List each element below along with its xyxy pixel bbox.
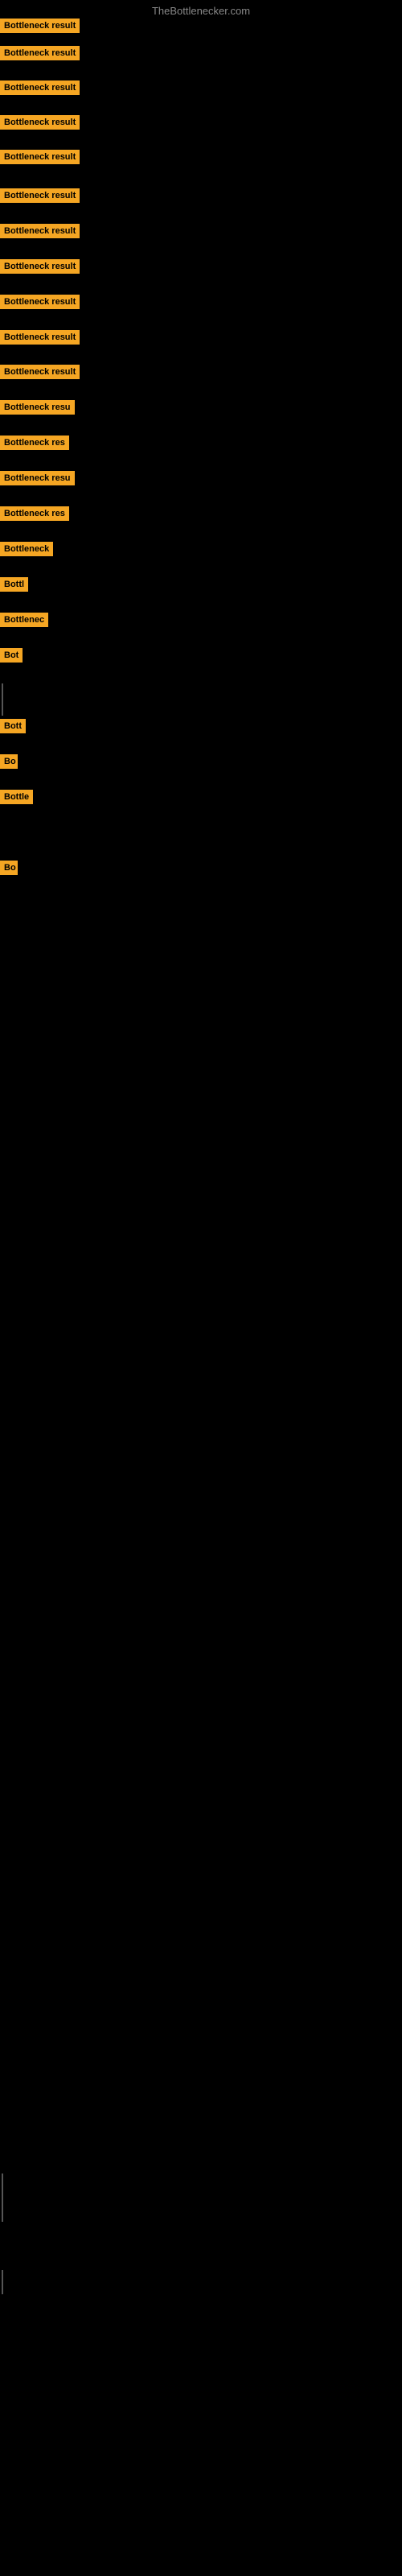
bottleneck-badge-19: Bott xyxy=(0,719,26,733)
bottleneck-badge-9: Bottleneck result xyxy=(0,330,80,345)
bottleneck-badge-4: Bottleneck result xyxy=(0,150,80,164)
bottleneck-badge-20: Bo xyxy=(0,754,18,769)
bottleneck-badge-16: Bottl xyxy=(0,577,28,592)
bottleneck-badge-11: Bottleneck resu xyxy=(0,400,75,415)
vertical-line-0 xyxy=(2,683,3,716)
bottleneck-badge-0: Bottleneck result xyxy=(0,19,80,33)
bottleneck-badge-6: Bottleneck result xyxy=(0,224,80,238)
vertical-line-2 xyxy=(2,2270,3,2294)
bottleneck-badge-3: Bottleneck result xyxy=(0,115,80,130)
bottleneck-badge-1: Bottleneck result xyxy=(0,46,80,60)
bottleneck-badge-5: Bottleneck result xyxy=(0,188,80,203)
bottleneck-badge-12: Bottleneck res xyxy=(0,436,69,450)
site-title: TheBottlenecker.com xyxy=(0,5,402,17)
bottleneck-badge-21: Bottle xyxy=(0,790,33,804)
bottleneck-badge-18: Bot xyxy=(0,648,23,663)
bottleneck-badge-22: Bo xyxy=(0,861,18,875)
bottleneck-badge-10: Bottleneck result xyxy=(0,365,80,379)
vertical-line-1 xyxy=(2,2174,3,2222)
bottleneck-badge-13: Bottleneck resu xyxy=(0,471,75,485)
bottleneck-badge-8: Bottleneck result xyxy=(0,295,80,309)
bottleneck-badge-14: Bottleneck res xyxy=(0,506,69,521)
bottleneck-badge-17: Bottlenec xyxy=(0,613,48,627)
bottleneck-badge-2: Bottleneck result xyxy=(0,80,80,95)
bottleneck-badge-15: Bottleneck xyxy=(0,542,53,556)
bottleneck-badge-7: Bottleneck result xyxy=(0,259,80,274)
